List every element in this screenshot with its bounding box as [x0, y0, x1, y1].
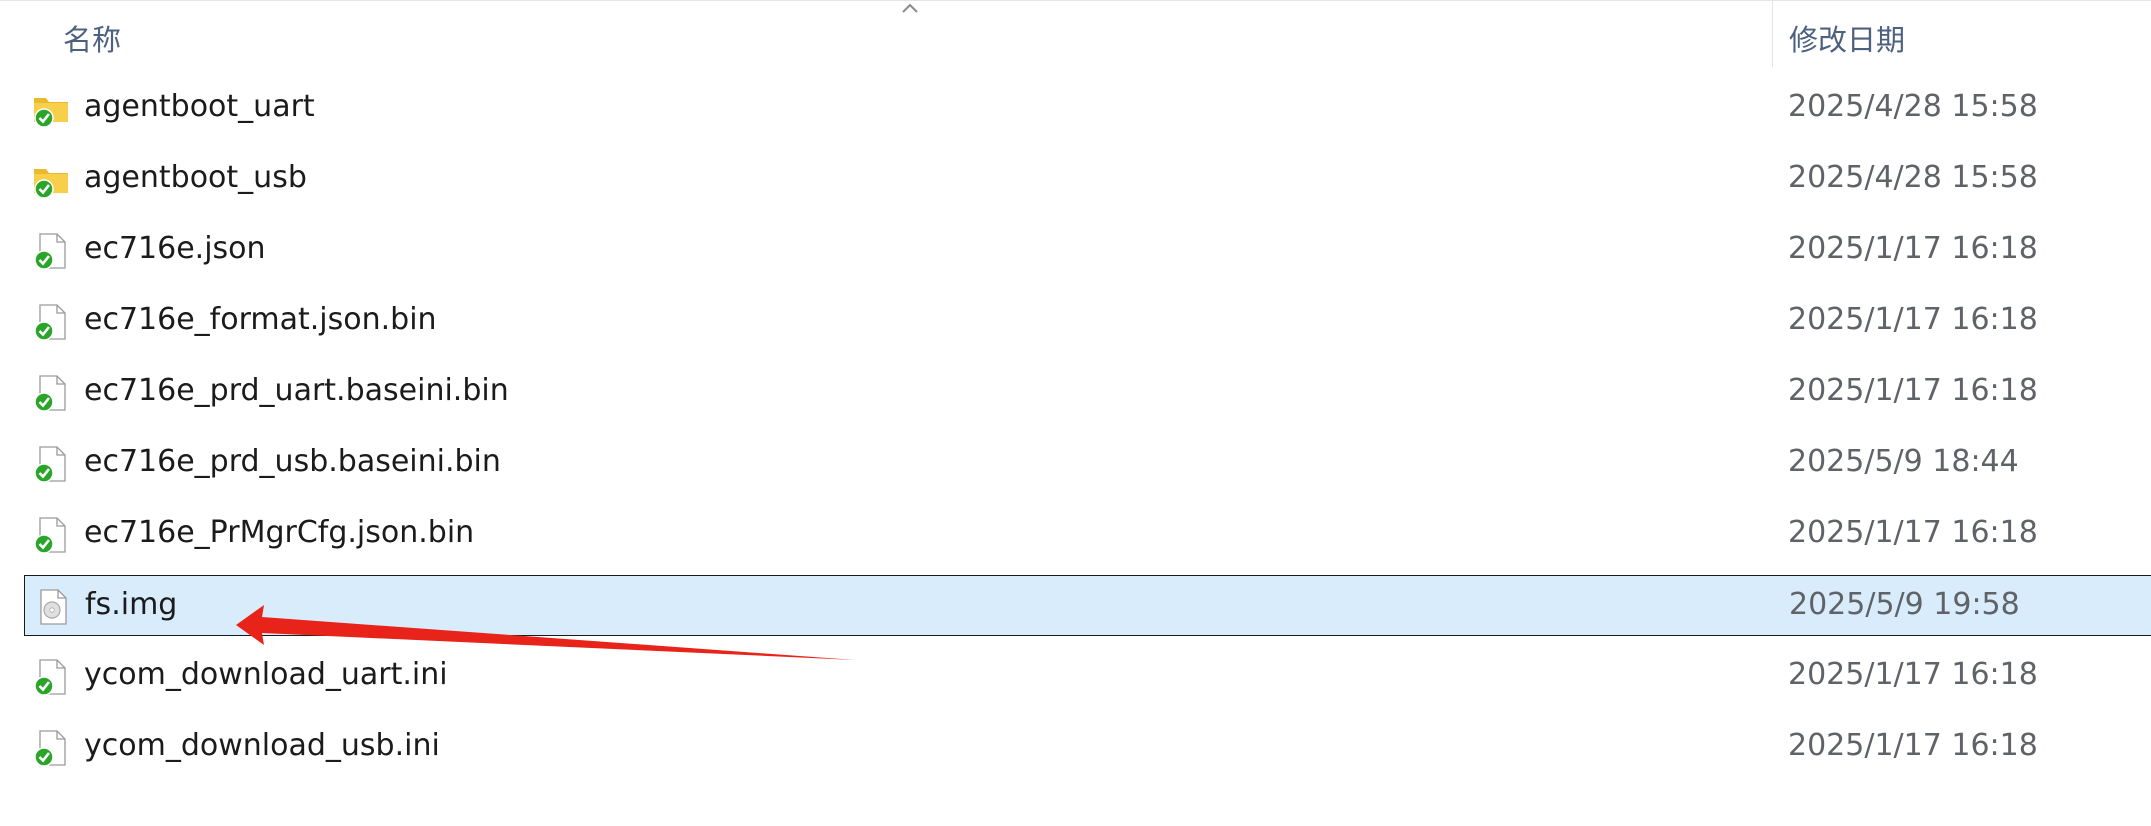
synced-file-icon: [32, 445, 70, 483]
file-date-modified: 2025/4/28 15:58: [1788, 89, 2038, 124]
file-row[interactable]: ec716e_PrMgrCfg.json.bin 2025/1/17 16:18: [24, 504, 2151, 565]
file-name: fs.img: [85, 587, 178, 622]
file-row[interactable]: fs.img 2025/5/9 19:58: [24, 575, 2151, 636]
synced-file-icon: [32, 729, 70, 767]
file-name: ec716e_PrMgrCfg.json.bin: [84, 515, 475, 550]
file-name: ec716e_prd_uart.baseini.bin: [84, 373, 509, 408]
column-header-name[interactable]: 名称: [63, 17, 121, 59]
file-name: agentboot_usb: [84, 160, 307, 195]
synced-folder-icon: [32, 161, 70, 199]
file-row[interactable]: agentboot_usb 2025/4/28 15:58: [24, 149, 2151, 210]
file-date-modified: 2025/5/9 19:58: [1789, 587, 2020, 622]
synced-file-icon: [32, 516, 70, 554]
file-name: ycom_download_uart.ini: [84, 657, 448, 692]
file-date-modified: 2025/1/17 16:18: [1788, 728, 2038, 763]
file-row[interactable]: agentboot_uart 2025/4/28 15:58: [24, 78, 2151, 139]
file-date-modified: 2025/1/17 16:18: [1788, 302, 2038, 337]
file-name: ec716e_prd_usb.baseini.bin: [84, 444, 501, 479]
file-row[interactable]: ycom_download_usb.ini 2025/1/17 16:18: [24, 717, 2151, 778]
column-divider[interactable]: [1772, 1, 1773, 67]
file-row[interactable]: ec716e.json 2025/1/17 16:18: [24, 220, 2151, 281]
file-name: ycom_download_usb.ini: [84, 728, 440, 763]
file-row[interactable]: ec716e_format.json.bin 2025/1/17 16:18: [24, 291, 2151, 352]
file-date-modified: 2025/4/28 15:58: [1788, 160, 2038, 195]
file-row[interactable]: ec716e_prd_uart.baseini.bin 2025/1/17 16:…: [24, 362, 2151, 423]
file-name: agentboot_uart: [84, 89, 315, 124]
file-name: ec716e_format.json.bin: [84, 302, 437, 337]
file-row[interactable]: ycom_download_uart.ini 2025/1/17 16:18: [24, 646, 2151, 707]
file-explorer-list: 名称 修改日期 agentboot_uart 2025/4/28 15:58 age…: [0, 0, 2151, 826]
disc-image-icon: [33, 588, 71, 626]
file-date-modified: 2025/1/17 16:18: [1788, 231, 2038, 266]
synced-file-icon: [32, 658, 70, 696]
column-header-bar: 名称 修改日期: [0, 0, 2151, 67]
file-name: ec716e.json: [84, 231, 266, 266]
file-date-modified: 2025/1/17 16:18: [1788, 515, 2038, 550]
file-date-modified: 2025/5/9 18:44: [1788, 444, 2019, 479]
synced-file-icon: [32, 232, 70, 270]
file-date-modified: 2025/1/17 16:18: [1788, 373, 2038, 408]
file-row[interactable]: ec716e_prd_usb.baseini.bin 2025/5/9 18:44: [24, 433, 2151, 494]
file-date-modified: 2025/1/17 16:18: [1788, 657, 2038, 692]
synced-folder-icon: [32, 90, 70, 128]
synced-file-icon: [32, 374, 70, 412]
synced-file-icon: [32, 303, 70, 341]
column-header-date-modified[interactable]: 修改日期: [1789, 17, 1905, 59]
sort-ascending-chevron-icon: [902, 3, 918, 13]
